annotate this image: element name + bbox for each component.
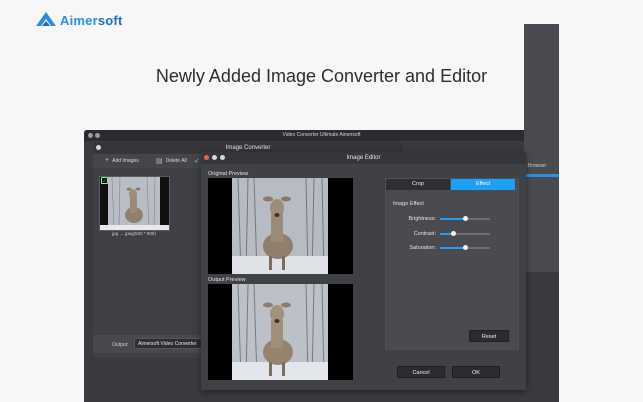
editor-titlebar: Image Editor bbox=[201, 152, 526, 164]
plus-icon: + bbox=[105, 157, 110, 164]
saturation-label: Saturation: bbox=[409, 245, 436, 251]
editor-title: Image Editor bbox=[346, 155, 381, 161]
add-images-button[interactable]: + Add Images bbox=[105, 157, 139, 164]
brand-name-part1: Aimer bbox=[60, 12, 98, 28]
aimersoft-logo-icon bbox=[36, 12, 56, 26]
deer-original-image bbox=[208, 178, 353, 274]
aimersoft-logo: Aimersoft bbox=[36, 12, 123, 28]
output-label: Output: bbox=[112, 342, 129, 348]
contrast-label: Contrast: bbox=[413, 231, 436, 237]
delete-all-button[interactable]: ▤ Delete All bbox=[156, 157, 187, 165]
add-images-label: Add Images bbox=[112, 157, 139, 164]
reset-button[interactable]: Reset bbox=[469, 330, 509, 342]
brightness-slider[interactable] bbox=[440, 216, 490, 221]
brand-name-part2: soft bbox=[97, 12, 123, 28]
converter-title: Image Converter bbox=[225, 145, 271, 151]
app-title: Video Converter Ultimate Aimersoft bbox=[282, 132, 361, 138]
image-effect-heading: Image Effect bbox=[393, 201, 424, 207]
delete-all-label: Delete All bbox=[165, 158, 187, 164]
saturation-slider-knob[interactable] bbox=[463, 245, 468, 250]
tab-crop[interactable]: Crop bbox=[386, 179, 450, 190]
brand-name: Aimersoft bbox=[60, 13, 123, 28]
cancel-button[interactable]: Cancel bbox=[397, 366, 445, 378]
output-format-select[interactable]: Aimersoft Video Converter bbox=[134, 338, 204, 349]
app-accent-strip bbox=[524, 174, 559, 177]
output-preview-image bbox=[208, 284, 353, 380]
tab-effect[interactable]: Effect bbox=[451, 179, 515, 190]
checkmark-icon[interactable]: ✓ bbox=[194, 157, 200, 165]
ok-button[interactable]: OK bbox=[452, 366, 500, 378]
deer-thumbnail-image bbox=[100, 176, 169, 231]
deer-output-image bbox=[208, 284, 353, 380]
brightness-label: Brightness: bbox=[408, 216, 436, 222]
contrast-slider[interactable] bbox=[440, 231, 490, 236]
original-preview-label: Original Preview bbox=[208, 171, 249, 177]
app-right-panel bbox=[524, 24, 559, 272]
trash-icon: ▤ bbox=[156, 158, 163, 165]
thumbnail-caption: jpg → jpeg(500 * 500) bbox=[112, 231, 156, 236]
saturation-slider-fill bbox=[440, 247, 465, 249]
brightness-slider-fill bbox=[440, 218, 465, 220]
saturation-slider[interactable] bbox=[440, 245, 490, 250]
browser-label: s Browser bbox=[524, 163, 547, 169]
brightness-slider-knob[interactable] bbox=[463, 216, 468, 221]
output-preview-label: Output Preview bbox=[208, 277, 246, 283]
thumbnail-checkbox[interactable]: ✓ bbox=[101, 177, 108, 184]
original-preview-image bbox=[208, 178, 353, 274]
thumbnail-image[interactable] bbox=[99, 176, 170, 231]
contrast-slider-knob[interactable] bbox=[450, 231, 456, 236]
app-titlebar: Video Converter Ultimate Aimersoft bbox=[84, 130, 559, 141]
